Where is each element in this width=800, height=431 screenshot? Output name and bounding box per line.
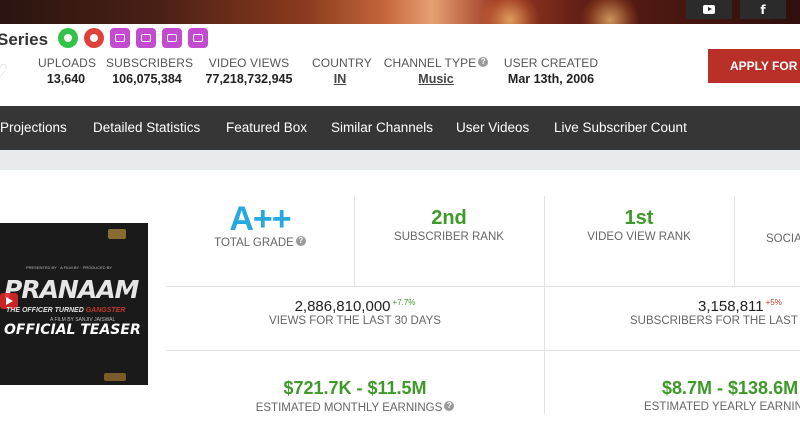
banner-light	[580, 0, 640, 24]
facebook-link[interactable]: f	[740, 0, 786, 19]
grid-divider	[166, 350, 800, 351]
nav-detailed-statistics[interactable]: Detailed Statistics	[93, 106, 200, 150]
stat-value: 13,640	[46, 72, 86, 86]
flame-icon[interactable]	[84, 28, 104, 48]
stat-label: VIDEO VIEWS	[208, 56, 290, 70]
stat-country: COUNTRY IN	[312, 56, 372, 86]
video-camera-icon[interactable]	[162, 28, 182, 48]
youtube-icon	[703, 5, 715, 14]
subscriber-rank-label: SUBSCRIBER RANK	[394, 231, 504, 243]
apply-button[interactable]: APPLY FOR Y	[708, 49, 800, 83]
yearly-earnings: $8.7M - $138.6M	[662, 378, 799, 398]
subs-30-days-card: 3,158,811 +5% SUBSCRIBERS FOR THE LAST 3	[630, 298, 800, 327]
thumbnail-title: PRANAAM	[4, 275, 139, 304]
social-rank-label: SOCIA	[766, 233, 800, 245]
nav-projections[interactable]: Projections	[0, 106, 67, 150]
nav-featured-box[interactable]: Featured Box	[226, 106, 307, 150]
views-30-days-card: 2,886,810,000 +7.7% VIEWS FOR THE LAST 30…	[166, 298, 544, 327]
stat-uploads: UPLOADS 13,640	[38, 56, 97, 86]
eye-icon[interactable]	[58, 28, 78, 48]
channel-nav: Projections Detailed Statistics Featured…	[0, 106, 800, 150]
subs-30-days-value: 3,158,811 +5%	[630, 298, 800, 315]
nav-similar-channels[interactable]: Similar Channels	[331, 106, 433, 150]
grid-divider	[734, 196, 735, 286]
stat-label: COUNTRY	[312, 56, 372, 70]
views-30-days-label: VIEWS FOR THE LAST 30 DAYS	[269, 315, 441, 327]
stat-user-created: USER CREATED Mar 13th, 2006	[502, 56, 600, 86]
nav-live-subscriber-count[interactable]: Live Subscriber Count	[554, 106, 687, 150]
subs-30-days-label: SUBSCRIBERS FOR THE LAST 3	[630, 315, 800, 327]
monthly-earnings-caption: ESTIMATED MONTHLY EARNINGS	[255, 402, 443, 414]
studio-logo	[108, 229, 126, 239]
monthly-earnings-label: ESTIMATED MONTHLY EARNINGS?	[166, 401, 544, 414]
views-30-days-value: 2,886,810,000 +7.7%	[166, 298, 544, 315]
total-grade: A++	[229, 200, 291, 238]
help-icon[interactable]: ?	[478, 57, 489, 67]
yearly-earnings-card: $8.7M - $138.6M ESTIMATED YEARLY EARNING	[644, 378, 800, 413]
upload-cloud-icon[interactable]	[110, 28, 130, 48]
channel-name: Series	[0, 30, 49, 49]
help-icon[interactable]: ?	[295, 236, 306, 246]
monthly-earnings: $721.7K - $11.5M	[283, 378, 427, 398]
subtitle-text: THE OFFICER TURNED	[6, 307, 86, 314]
total-grade-label: TOTAL GRADE?	[166, 236, 354, 249]
help-icon[interactable]: ?	[444, 401, 455, 411]
subscriber-rank-card: 2nd SUBSCRIBER RANK	[354, 207, 544, 243]
channel-badges	[58, 28, 208, 48]
stat-label: CHANNEL TYPE?	[382, 56, 490, 70]
subs-30-days-change: +5%	[765, 298, 782, 307]
stat-value: Mar 13th, 2006	[507, 72, 595, 86]
subs-30-days: 3,158,811	[698, 298, 764, 315]
channel-type-label: CHANNEL TYPE	[383, 56, 477, 70]
stat-value: 77,218,732,945	[205, 72, 293, 86]
video-view-rank-card: 1st VIDEO VIEW RANK	[544, 207, 734, 243]
total-grade-card: A++ TOTAL GRADE?	[166, 202, 354, 249]
thumbnail-teaser: OFFICIAL TEASER	[4, 322, 141, 338]
stat-label: USER CREATED	[503, 56, 599, 70]
stat-value: 106,075,384	[112, 72, 182, 86]
banner-light	[480, 0, 540, 24]
cat-face-icon[interactable]	[188, 28, 208, 48]
facebook-icon: f	[760, 2, 766, 17]
favorite-heart-icon[interactable]: ♡	[0, 62, 10, 80]
subscriber-rank: 2nd	[431, 207, 467, 229]
stat-label: SUBSCRIBERS	[106, 56, 194, 70]
stat-label: UPLOADS	[38, 56, 97, 70]
channel-banner: f	[0, 0, 800, 24]
grid-divider	[166, 286, 800, 287]
bar-chart-icon[interactable]	[136, 28, 156, 48]
stat-subscribers: SUBSCRIBERS 106,075,384	[106, 56, 194, 86]
yearly-earnings-label: ESTIMATED YEARLY EARNING	[644, 401, 800, 413]
country-link[interactable]: IN	[312, 72, 368, 86]
total-grade-caption: TOTAL GRADE	[214, 237, 294, 249]
nav-user-videos[interactable]: User Videos	[456, 106, 529, 150]
views-30-days-change: +7.7%	[392, 298, 416, 307]
stat-video-views: VIDEO VIEWS 77,218,732,945	[200, 56, 298, 86]
thumbnail-subtitle: THE OFFICER TURNED GANGSTER	[6, 307, 125, 314]
social-rank-card: SOCIA	[766, 233, 800, 245]
featured-video-thumbnail[interactable]: PRESENTED BY · A FILM BY · PRODUCED BY P…	[0, 223, 148, 385]
views-30-days: 2,886,810,000	[294, 298, 391, 315]
studio-logo	[104, 373, 126, 381]
channel-type-link[interactable]: Music	[382, 72, 490, 86]
section-divider	[0, 150, 800, 170]
subtitle-accent: GANGSTER	[85, 307, 126, 314]
monthly-earnings-card: $721.7K - $11.5M ESTIMATED MONTHLY EARNI…	[166, 378, 544, 414]
video-view-rank: 1st	[624, 207, 654, 229]
youtube-link[interactable]	[686, 0, 732, 19]
stat-channel-type: CHANNEL TYPE? Music	[382, 56, 490, 86]
video-view-rank-label: VIDEO VIEW RANK	[587, 231, 691, 243]
